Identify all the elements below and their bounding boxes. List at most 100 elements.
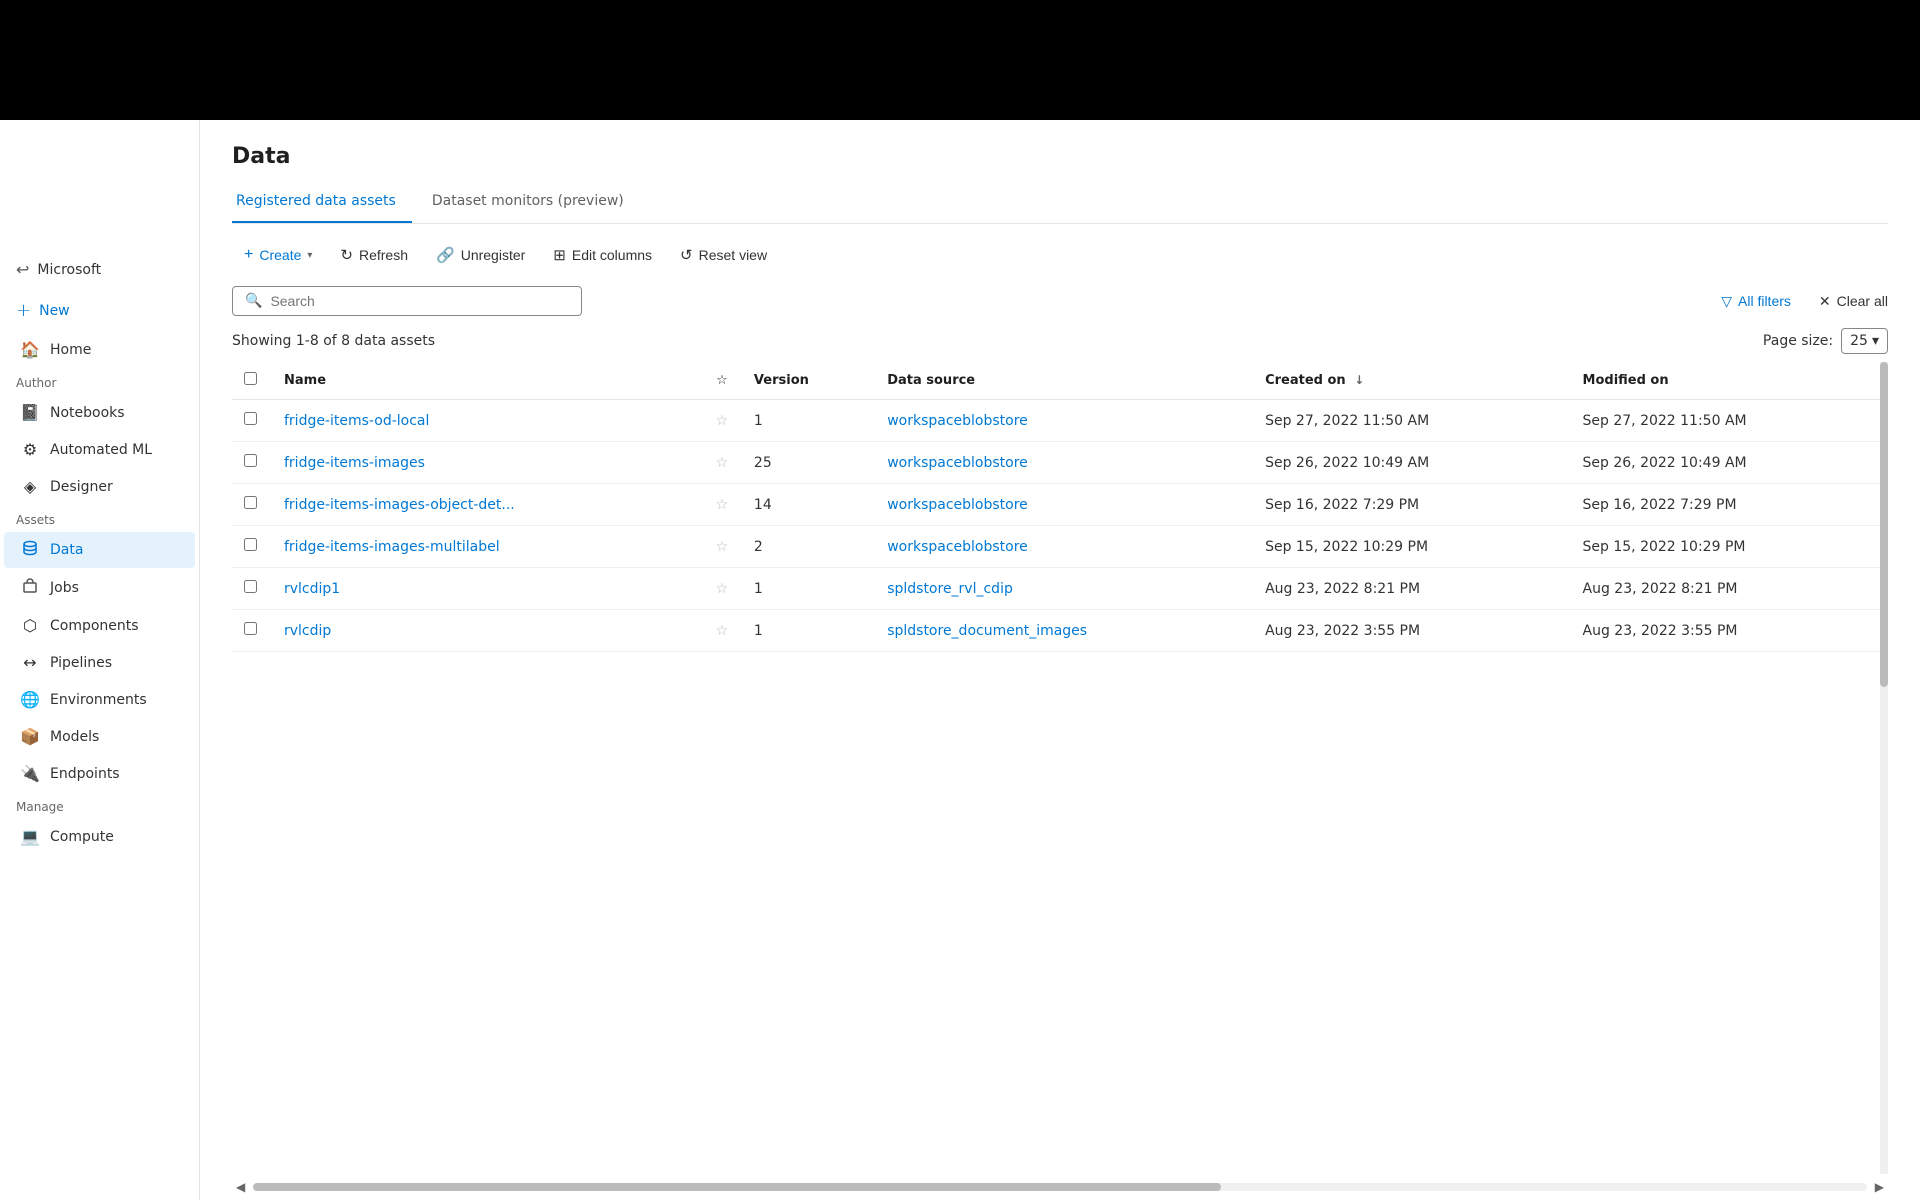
row-star[interactable]: ☆ bbox=[702, 442, 742, 484]
horizontal-scroll-track[interactable] bbox=[253, 1183, 1867, 1191]
row-datasource-link[interactable]: workspaceblobstore bbox=[887, 413, 1028, 429]
row-datasource-link[interactable]: spldstore_document_images bbox=[887, 623, 1087, 639]
new-label: New bbox=[39, 303, 70, 319]
create-label: Create bbox=[259, 247, 301, 263]
scroll-right-arrow[interactable]: ▶ bbox=[1871, 1178, 1888, 1196]
sidebar-item-pipelines[interactable]: ↔ Pipelines bbox=[4, 645, 195, 680]
row-checkbox[interactable] bbox=[244, 454, 257, 467]
row-datasource-link[interactable]: spldstore_rvl_cdip bbox=[887, 581, 1013, 597]
sidebar-item-components[interactable]: ⬡ Components bbox=[4, 608, 195, 643]
row-version: 1 bbox=[742, 610, 875, 652]
row-datasource: workspaceblobstore bbox=[875, 400, 1253, 442]
results-text: Showing 1-8 of 8 data assets bbox=[232, 333, 435, 349]
col-name: Name bbox=[272, 362, 702, 400]
home-icon: 🏠 bbox=[20, 340, 40, 359]
back-icon: ↩ bbox=[16, 260, 29, 279]
sidebar-item-notebooks[interactable]: 📓 Notebooks bbox=[4, 395, 195, 430]
row-name-link[interactable]: rvlcdip bbox=[284, 623, 331, 639]
table-row: fridge-items-images ☆ 25 workspaceblobst… bbox=[232, 442, 1888, 484]
create-button[interactable]: + Create ▾ bbox=[232, 240, 324, 270]
reset-view-label: Reset view bbox=[699, 247, 767, 263]
endpoints-icon: 🔌 bbox=[20, 764, 40, 783]
search-box[interactable]: 🔍 bbox=[232, 286, 582, 316]
row-checkbox-cell bbox=[232, 484, 272, 526]
models-icon: 📦 bbox=[20, 727, 40, 746]
row-name-link[interactable]: fridge-items-images-multilabel bbox=[284, 539, 500, 555]
new-button[interactable]: + New bbox=[0, 290, 199, 331]
row-name: fridge-items-od-local bbox=[272, 400, 702, 442]
unregister-icon: 🔗 bbox=[436, 246, 455, 264]
row-checkbox[interactable] bbox=[244, 496, 257, 509]
sort-created-on-icon: ↓ bbox=[1354, 373, 1364, 387]
sidebar-item-compute[interactable]: 💻 Compute bbox=[4, 819, 195, 854]
row-datasource-link[interactable]: workspaceblobstore bbox=[887, 497, 1028, 513]
search-icon: 🔍 bbox=[245, 293, 262, 309]
col-version: Version bbox=[742, 362, 875, 400]
table-row: fridge-items-images-multilabel ☆ 2 works… bbox=[232, 526, 1888, 568]
sidebar-item-endpoints[interactable]: 🔌 Endpoints bbox=[4, 756, 195, 791]
sidebar-item-designer[interactable]: ◈ Designer bbox=[4, 469, 195, 504]
row-version: 1 bbox=[742, 400, 875, 442]
sidebar-item-jobs[interactable]: Jobs bbox=[4, 570, 195, 606]
sidebar: ↩ Microsoft + New 🏠 Home Author 📓 Notebo… bbox=[0, 120, 200, 1200]
page-size-select[interactable]: 25 ▾ bbox=[1841, 328, 1888, 354]
row-name: fridge-items-images bbox=[272, 442, 702, 484]
row-name-link[interactable]: fridge-items-od-local bbox=[284, 413, 429, 429]
pipelines-icon: ↔ bbox=[20, 653, 40, 672]
all-filters-label: All filters bbox=[1738, 293, 1791, 309]
environments-label: Environments bbox=[50, 692, 147, 708]
row-checkbox[interactable] bbox=[244, 412, 257, 425]
unregister-label: Unregister bbox=[461, 247, 526, 263]
models-label: Models bbox=[50, 729, 99, 745]
row-created-on: Sep 27, 2022 11:50 AM bbox=[1253, 400, 1570, 442]
compute-label: Compute bbox=[50, 829, 114, 845]
row-star[interactable]: ☆ bbox=[702, 526, 742, 568]
select-all-checkbox[interactable] bbox=[244, 372, 257, 385]
row-checkbox[interactable] bbox=[244, 580, 257, 593]
sidebar-item-home-label: Home bbox=[50, 342, 91, 358]
row-checkbox-cell bbox=[232, 400, 272, 442]
clear-all-button[interactable]: ✕ Clear all bbox=[1819, 293, 1888, 310]
data-table-container: Name ☆ Version Data source Created on ↓ bbox=[232, 362, 1888, 1174]
main-content: Data Registered data assets Dataset moni… bbox=[200, 120, 1920, 1200]
row-datasource-link[interactable]: workspaceblobstore bbox=[887, 539, 1028, 555]
row-datasource: workspaceblobstore bbox=[875, 484, 1253, 526]
row-datasource: spldstore_rvl_cdip bbox=[875, 568, 1253, 610]
row-star[interactable]: ☆ bbox=[702, 610, 742, 652]
assets-section-label: Assets bbox=[0, 505, 199, 531]
row-datasource-link[interactable]: workspaceblobstore bbox=[887, 455, 1028, 471]
results-row: Showing 1-8 of 8 data assets Page size: … bbox=[200, 324, 1920, 362]
row-star[interactable]: ☆ bbox=[702, 484, 742, 526]
row-checkbox[interactable] bbox=[244, 622, 257, 635]
edit-columns-button[interactable]: ⊞ Edit columns bbox=[541, 240, 664, 270]
sidebar-item-automated-ml[interactable]: ⚙ Automated ML bbox=[4, 432, 195, 467]
sidebar-item-data[interactable]: Data bbox=[4, 532, 195, 568]
refresh-button[interactable]: ↻ Refresh bbox=[328, 240, 420, 270]
all-filters-button[interactable]: ▽ All filters bbox=[1709, 287, 1803, 316]
row-version: 25 bbox=[742, 442, 875, 484]
jobs-icon bbox=[20, 578, 40, 598]
reset-view-button[interactable]: ↺ Reset view bbox=[668, 240, 779, 270]
vertical-scrollbar[interactable] bbox=[1880, 362, 1888, 1174]
row-name-link[interactable]: rvlcdip1 bbox=[284, 581, 340, 597]
sidebar-back-microsoft[interactable]: ↩ Microsoft bbox=[0, 250, 200, 289]
row-created-on: Aug 23, 2022 8:21 PM bbox=[1253, 568, 1570, 610]
sidebar-item-models[interactable]: 📦 Models bbox=[4, 719, 195, 754]
tab-registered-data-assets[interactable]: Registered data assets bbox=[232, 185, 412, 223]
tab-dataset-monitors[interactable]: Dataset monitors (preview) bbox=[428, 185, 640, 223]
search-input[interactable] bbox=[270, 293, 569, 309]
scroll-left-arrow[interactable]: ◀ bbox=[232, 1178, 249, 1196]
row-star[interactable]: ☆ bbox=[702, 568, 742, 610]
notebooks-icon: 📓 bbox=[20, 403, 40, 422]
sidebar-item-environments[interactable]: 🌐 Environments bbox=[4, 682, 195, 717]
refresh-icon: ↻ bbox=[340, 246, 353, 264]
col-checkbox bbox=[232, 362, 272, 400]
row-name-link[interactable]: fridge-items-images bbox=[284, 455, 425, 471]
row-checkbox[interactable] bbox=[244, 538, 257, 551]
row-name-link[interactable]: fridge-items-images-object-det... bbox=[284, 497, 515, 513]
unregister-button[interactable]: 🔗 Unregister bbox=[424, 240, 537, 270]
page-size-value: 25 bbox=[1850, 333, 1868, 349]
table-row: rvlcdip ☆ 1 spldstore_document_images Au… bbox=[232, 610, 1888, 652]
row-star[interactable]: ☆ bbox=[702, 400, 742, 442]
sidebar-item-home[interactable]: 🏠 Home bbox=[4, 332, 195, 367]
